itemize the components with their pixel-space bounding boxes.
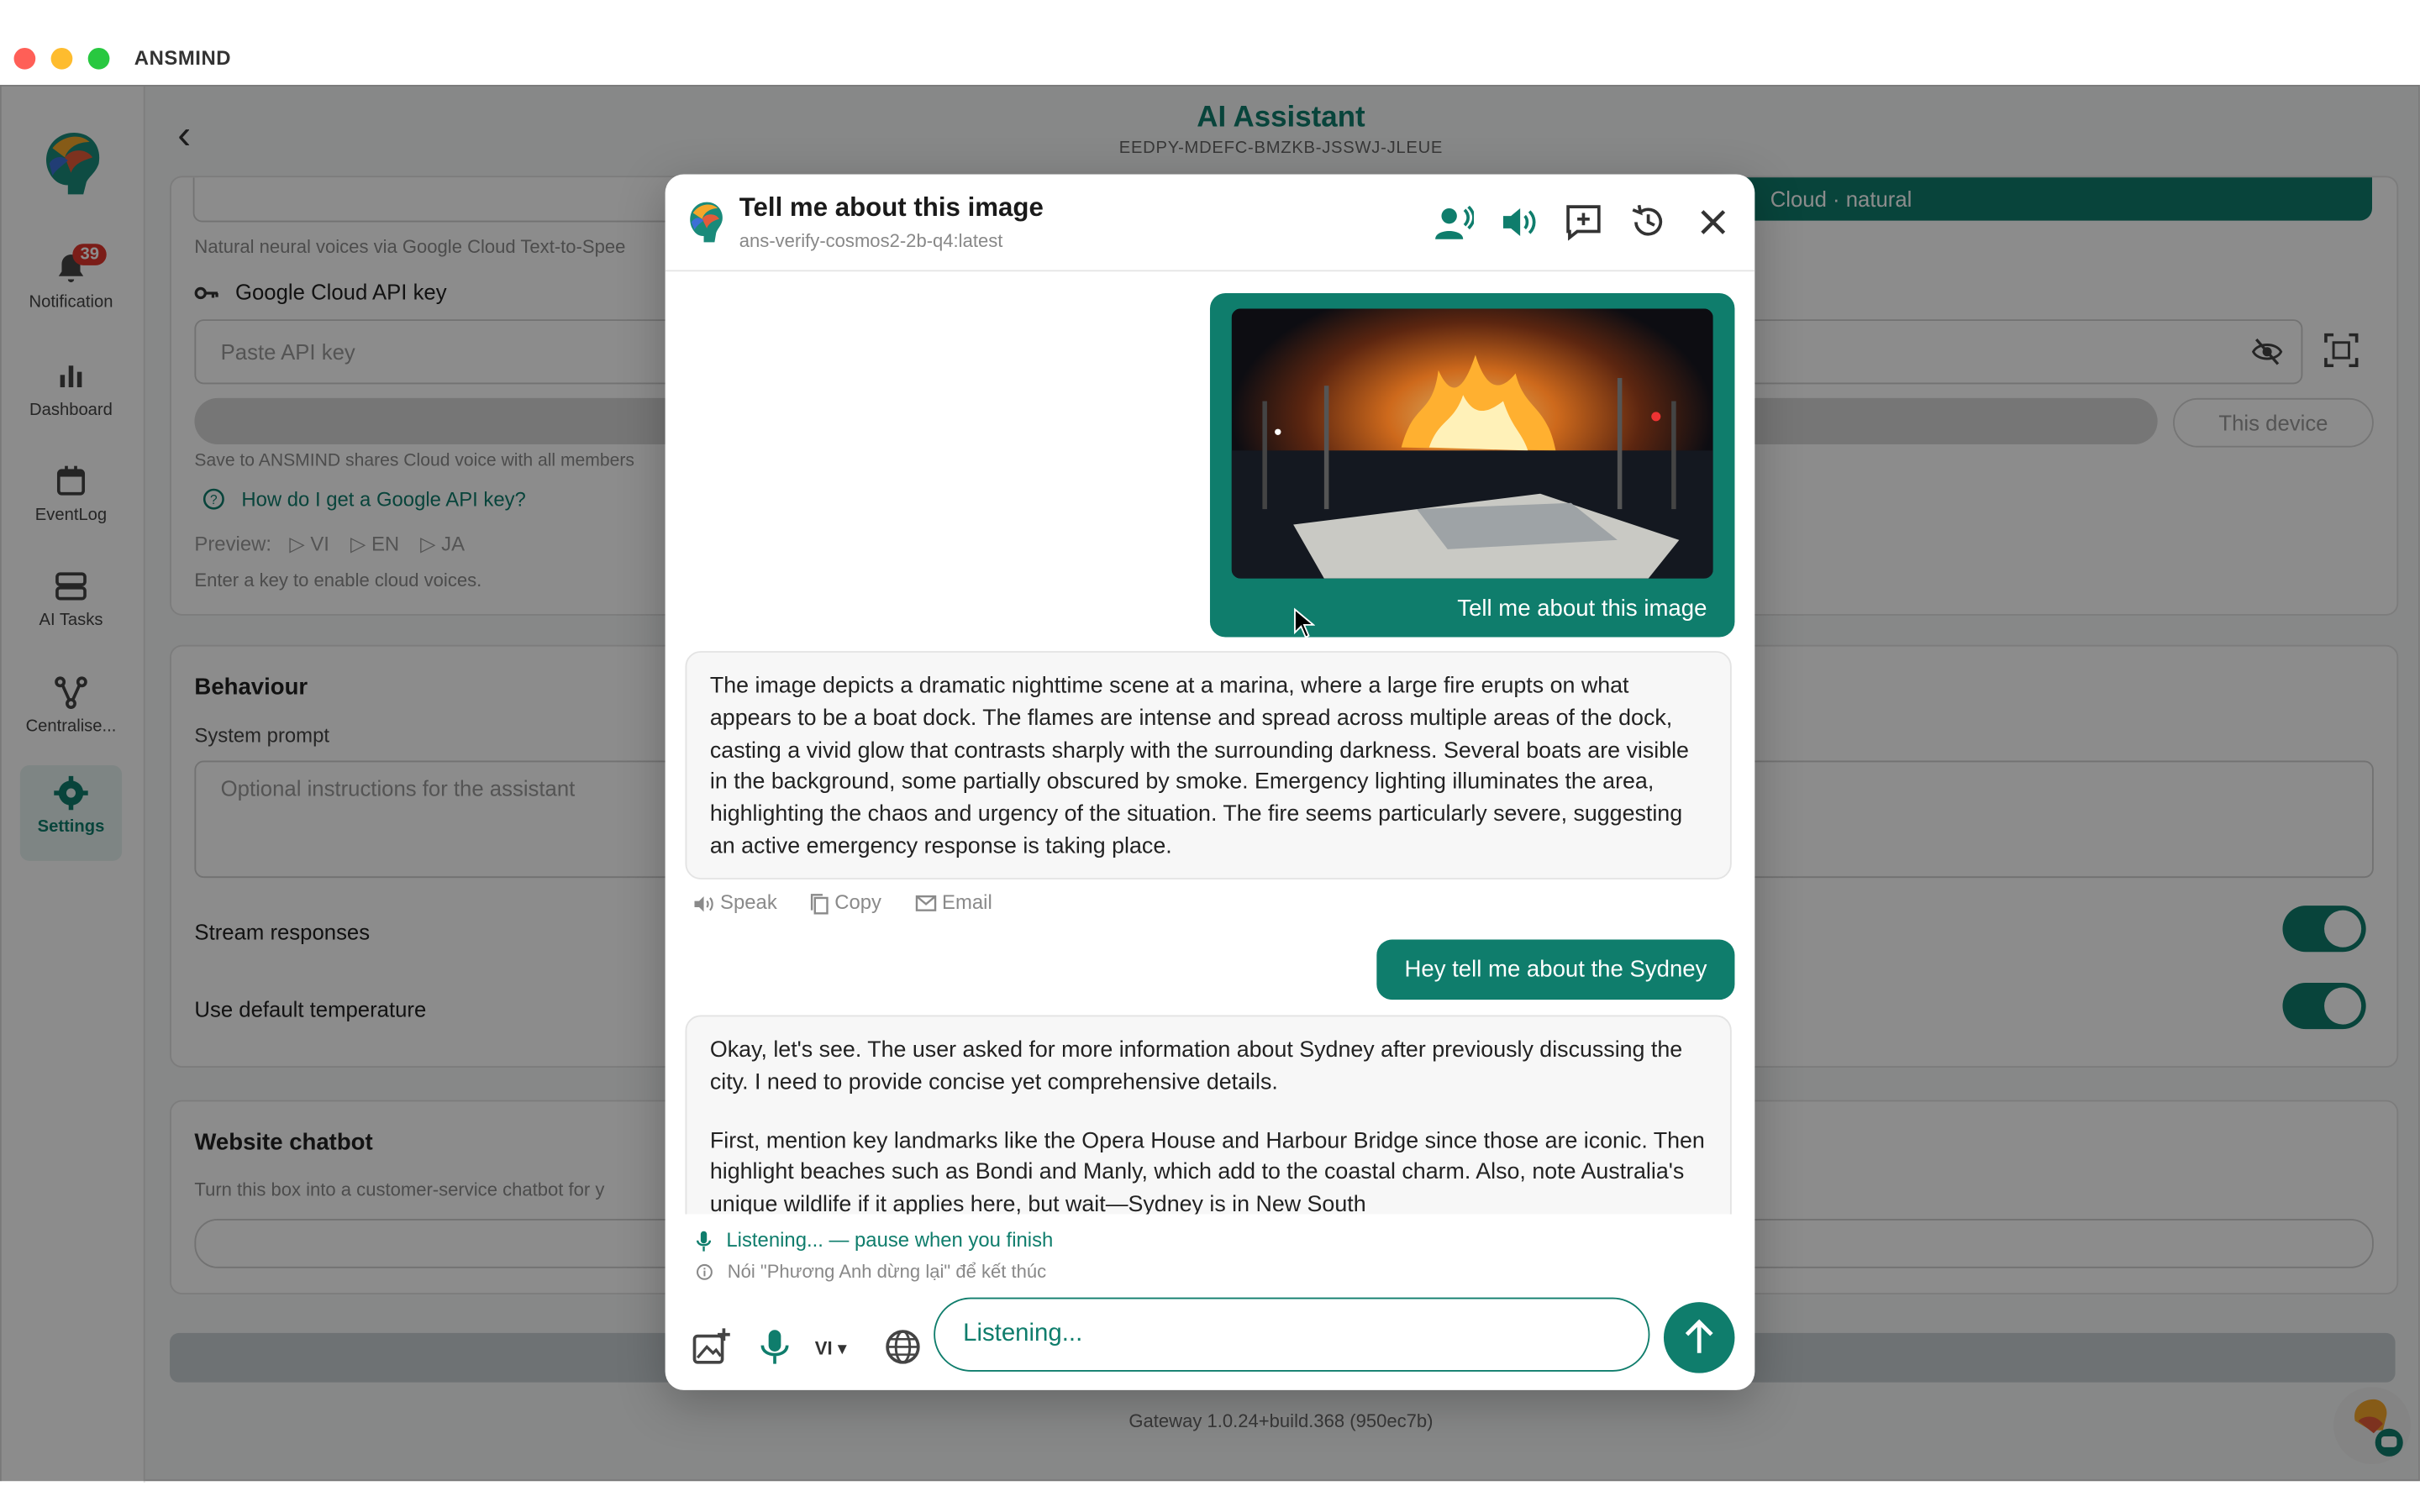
speak-action[interactable]: Speak [693,890,783,914]
microphone-icon[interactable] [753,1326,796,1368]
assistant-message-2-p1: Okay, let's see. The user asked for more… [709,1038,1683,1095]
assistant-message-2-p2: First, mention key landmarks like the Op… [709,1128,1705,1215]
minimize-window-button[interactable] [50,47,73,70]
copy-action[interactable]: Copy [810,890,886,914]
speaker-icon[interactable] [1498,202,1539,243]
user-text-message: Hey tell me about the Sydney [1376,939,1735,1000]
listening-text: Listening... — pause when you finish [726,1228,1054,1252]
marina-fire-image [1231,308,1713,579]
voice-conversation-icon[interactable] [1434,202,1475,243]
language-select[interactable]: VI ▾ [815,1337,847,1359]
stop-hint: Nói "Phương Anh dừng lại" để kết thúc [696,1260,1047,1283]
zoom-window-button[interactable] [87,47,110,70]
arrow-up-icon [1685,1319,1713,1353]
chat-model: ans-verify-cosmos2-2b-q4:latest [739,229,1003,252]
assistant-message-1-text: The image depicts a dramatic nighttime s… [709,674,1689,860]
copy-icon [811,893,829,914]
chat-dialog: Tell me about this image ans-verify-cosm… [665,174,1755,1390]
mic-small-icon [696,1230,712,1251]
message-input[interactable]: Listening... [934,1297,1650,1372]
info-icon [697,1264,713,1281]
stop-hint-text: Nói "Phương Anh dừng lại" để kết thúc [727,1260,1047,1283]
language-value: VI [814,1337,833,1360]
caret-down-icon: ▾ [837,1337,847,1360]
user-image-message: Tell me about this image [1209,292,1735,638]
copy-label: Copy [834,890,881,914]
message-input-placeholder: Listening... [963,1320,1083,1347]
chat-header: Tell me about this image ans-verify-cosm… [665,175,1755,272]
assistant-logo-icon [690,202,723,243]
chat-title: Tell me about this image [739,192,1044,223]
chat-messages[interactable]: Tell me about this image The image depic… [666,270,1755,1215]
add-image-icon[interactable] [690,1326,733,1368]
speak-label: Speak [720,890,777,914]
user-image-caption: Tell me about this image [1457,595,1707,622]
mail-icon [915,895,936,911]
new-chat-icon[interactable] [1564,202,1604,243]
send-button[interactable] [1663,1302,1735,1373]
globe-icon[interactable] [881,1326,924,1368]
email-label: Email [942,890,992,914]
email-action[interactable]: Email [915,890,992,914]
speaker-small-icon [694,895,713,911]
assistant-message-2: Okay, let's see. The user asked for more… [685,1015,1732,1215]
listening-status: Listening... — pause when you finish [696,1228,1053,1252]
window-titlebar: ANSMIND [0,0,2420,87]
app-title: ANSMIND [134,46,232,70]
close-icon[interactable] [1693,202,1733,243]
attached-image[interactable] [1231,308,1713,579]
close-window-button[interactable] [13,47,36,70]
message-actions: Speak Copy Email [693,890,1020,915]
mouse-cursor-icon [1294,607,1315,638]
history-icon[interactable] [1628,202,1669,243]
assistant-message-1: The image depicts a dramatic nighttime s… [685,651,1732,879]
